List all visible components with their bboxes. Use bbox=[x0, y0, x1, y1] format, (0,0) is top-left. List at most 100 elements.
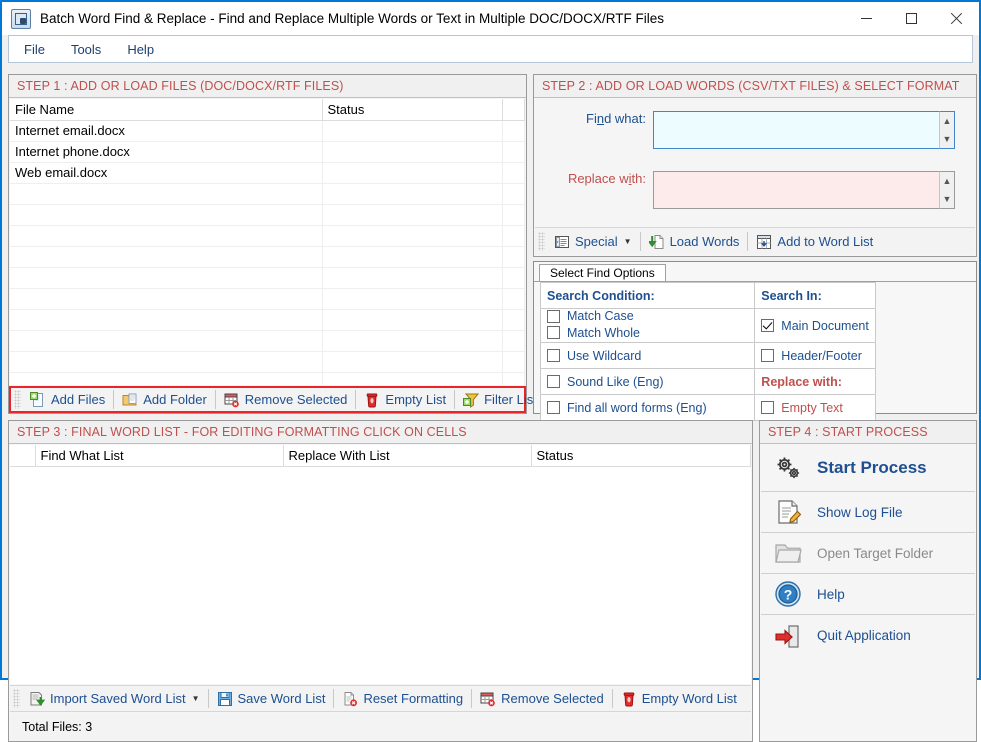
cell-empty[interactable] bbox=[322, 309, 503, 331]
word-list-grid[interactable]: Find What List Replace With List Status bbox=[10, 445, 751, 684]
load-words-button[interactable]: Load Words bbox=[642, 230, 747, 253]
cell-status[interactable] bbox=[322, 141, 503, 163]
minimize-icon[interactable] bbox=[844, 2, 889, 35]
cell-empty[interactable] bbox=[322, 330, 503, 352]
tab-select-find-options[interactable]: Select Find Options bbox=[539, 264, 666, 282]
cell-empty[interactable] bbox=[322, 204, 503, 226]
cell-empty[interactable] bbox=[10, 309, 323, 331]
table-row-empty[interactable] bbox=[10, 330, 525, 352]
table-row[interactable]: Internet email.docx bbox=[10, 120, 525, 142]
column-header-replace-with-list[interactable]: Replace With List bbox=[283, 445, 532, 467]
checkbox-use-wildcard[interactable]: Use Wildcard bbox=[547, 349, 748, 363]
spinner-up-icon[interactable]: ▲ bbox=[940, 172, 954, 190]
cell-empty[interactable] bbox=[502, 372, 525, 385]
cell-empty[interactable] bbox=[502, 288, 525, 310]
table-row-empty[interactable] bbox=[10, 204, 525, 226]
cell-status[interactable] bbox=[322, 162, 503, 184]
empty-word-list-button[interactable]: Empty Word List bbox=[614, 687, 744, 710]
checkbox-match-case[interactable]: Match Case bbox=[547, 309, 648, 323]
column-header-status[interactable]: Status bbox=[322, 99, 503, 121]
cell-empty[interactable] bbox=[10, 351, 323, 373]
remove-selected-button[interactable]: Remove Selected bbox=[217, 388, 355, 411]
cell-empty[interactable] bbox=[502, 183, 525, 205]
table-row-empty[interactable] bbox=[10, 351, 525, 373]
table-row-empty[interactable] bbox=[10, 246, 525, 268]
start-process-button[interactable]: Start Process bbox=[761, 445, 975, 492]
cell-empty[interactable] bbox=[10, 246, 323, 268]
empty-list-button[interactable]: Empty List bbox=[357, 388, 453, 411]
cell-file-name[interactable]: Internet phone.docx bbox=[10, 141, 323, 163]
checkbox-box[interactable] bbox=[761, 349, 775, 362]
cell-empty[interactable] bbox=[10, 288, 323, 310]
checkbox-box[interactable] bbox=[547, 349, 560, 362]
file-list-grid[interactable]: File Name Status Internet email.docx Inte… bbox=[10, 99, 525, 385]
save-word-list-button[interactable]: Save Word List bbox=[210, 687, 333, 710]
cell-empty[interactable] bbox=[322, 183, 503, 205]
table-row-empty[interactable] bbox=[10, 267, 525, 289]
column-header-find-what-list[interactable]: Find What List bbox=[35, 445, 284, 467]
add-to-word-list-button[interactable]: Add to Word List bbox=[749, 230, 880, 253]
import-saved-word-list-button[interactable]: Import Saved Word List ▼ bbox=[22, 687, 207, 710]
remove-selected-words-button[interactable]: Remove Selected bbox=[473, 687, 611, 710]
cell-file-name[interactable]: Web email.docx bbox=[10, 162, 323, 184]
cell-empty[interactable] bbox=[10, 267, 323, 289]
cell-status[interactable] bbox=[322, 120, 503, 142]
cell-empty[interactable] bbox=[322, 351, 503, 373]
close-icon[interactable] bbox=[934, 2, 979, 35]
table-row-empty[interactable] bbox=[10, 288, 525, 310]
checkbox-box[interactable] bbox=[761, 319, 775, 332]
cell-empty[interactable] bbox=[10, 372, 323, 385]
replace-with-spinner[interactable]: ▲ ▼ bbox=[939, 171, 955, 209]
cell-empty[interactable] bbox=[10, 183, 323, 205]
checkbox-box[interactable] bbox=[761, 401, 775, 414]
maximize-icon[interactable] bbox=[889, 2, 934, 35]
checkbox-box[interactable] bbox=[547, 309, 560, 323]
menu-item-help[interactable]: Help bbox=[116, 39, 165, 60]
table-row[interactable]: Internet phone.docx bbox=[10, 141, 525, 163]
chevron-down-icon[interactable]: ▼ bbox=[624, 237, 632, 246]
cell-empty[interactable] bbox=[322, 246, 503, 268]
checkbox-box[interactable] bbox=[547, 326, 560, 339]
find-what-spinner[interactable]: ▲ ▼ bbox=[939, 111, 955, 149]
checkbox-find-all-word-forms[interactable]: Find all word forms (Eng) bbox=[547, 401, 748, 415]
checkbox-empty-text[interactable]: Empty Text bbox=[761, 401, 869, 415]
special-button[interactable]: Special ▼ bbox=[547, 230, 639, 253]
spinner-up-icon[interactable]: ▲ bbox=[940, 112, 954, 130]
spinner-down-icon[interactable]: ▼ bbox=[940, 130, 954, 148]
table-row[interactable]: Web email.docx bbox=[10, 162, 525, 184]
cell-empty[interactable] bbox=[322, 372, 503, 385]
checkbox-box[interactable] bbox=[547, 401, 560, 414]
cell-empty[interactable] bbox=[502, 351, 525, 373]
cell-empty[interactable] bbox=[322, 267, 503, 289]
menu-item-file[interactable]: File bbox=[13, 39, 56, 60]
cell-empty[interactable] bbox=[502, 204, 525, 226]
cell-empty[interactable] bbox=[322, 288, 503, 310]
checkbox-box[interactable] bbox=[547, 375, 560, 388]
checkbox-match-whole[interactable]: Match Whole bbox=[547, 326, 648, 340]
table-row-empty[interactable] bbox=[10, 183, 525, 205]
quit-application-button[interactable]: Quit Application bbox=[761, 615, 975, 656]
cell-empty[interactable] bbox=[10, 225, 323, 247]
checkbox-header-footer[interactable]: Header/Footer bbox=[761, 349, 869, 363]
find-what-input[interactable] bbox=[653, 111, 939, 149]
open-target-folder-button[interactable]: Open Target Folder bbox=[761, 533, 975, 574]
table-row-empty[interactable] bbox=[10, 372, 525, 385]
cell-empty[interactable] bbox=[502, 246, 525, 268]
cell-empty[interactable] bbox=[322, 225, 503, 247]
checkbox-sound-like[interactable]: Sound Like (Eng) bbox=[547, 375, 748, 389]
column-header-status[interactable]: Status bbox=[531, 445, 751, 467]
cell-empty[interactable] bbox=[502, 225, 525, 247]
cell-empty[interactable] bbox=[502, 330, 525, 352]
table-row-empty[interactable] bbox=[10, 309, 525, 331]
cell-empty[interactable] bbox=[502, 267, 525, 289]
toolbar-grip[interactable] bbox=[538, 232, 545, 251]
table-row-empty[interactable] bbox=[10, 225, 525, 247]
add-folder-button[interactable]: Add Folder bbox=[115, 388, 214, 411]
column-header-file-name[interactable]: File Name bbox=[10, 99, 323, 121]
menu-item-tools[interactable]: Tools bbox=[60, 39, 112, 60]
spinner-down-icon[interactable]: ▼ bbox=[940, 190, 954, 208]
column-header-select[interactable] bbox=[10, 445, 36, 467]
cell-empty[interactable] bbox=[10, 330, 323, 352]
toolbar-grip[interactable] bbox=[14, 390, 21, 409]
toolbar-grip[interactable] bbox=[13, 689, 20, 708]
